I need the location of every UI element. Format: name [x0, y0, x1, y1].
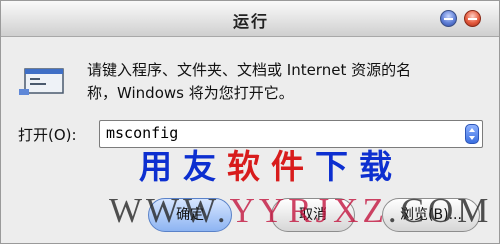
window-title: 运行	[232, 12, 269, 31]
instruction-line-2: 称，Windows 将为您打开它。	[87, 84, 294, 102]
watermark-url-b: YYRJXZ	[229, 191, 388, 230]
watermark-brand: 用友软件下载	[139, 140, 403, 188]
watermark-url-a: WWW.	[109, 191, 230, 230]
watermark-part-2: 软件	[227, 147, 315, 186]
minimize-icon[interactable]	[440, 10, 457, 27]
instruction-line-1: 请键入程序、文件夹、文档或 Internet 资源的名	[87, 61, 412, 79]
title-bar[interactable]: 运行	[1, 1, 499, 37]
watermark-part-3: 下载	[315, 147, 403, 186]
watermark-url-c: .COM	[387, 191, 493, 230]
instruction-text: 请键入程序、文件夹、文档或 Internet 资源的名 称，Windows 将为…	[87, 59, 487, 105]
watermark-url: WWW.YYRJXZ.COM	[109, 191, 492, 231]
close-icon[interactable]	[464, 10, 481, 27]
open-label: 打开(O):	[18, 126, 77, 144]
watermark-part-1: 用友	[139, 147, 227, 186]
run-dialog: 运行 请键入程序、文件夹、文档或 Internet 资源的名 称，Windows…	[0, 0, 500, 244]
run-program-icon	[19, 68, 64, 95]
combo-arrow-icon[interactable]	[465, 124, 479, 144]
